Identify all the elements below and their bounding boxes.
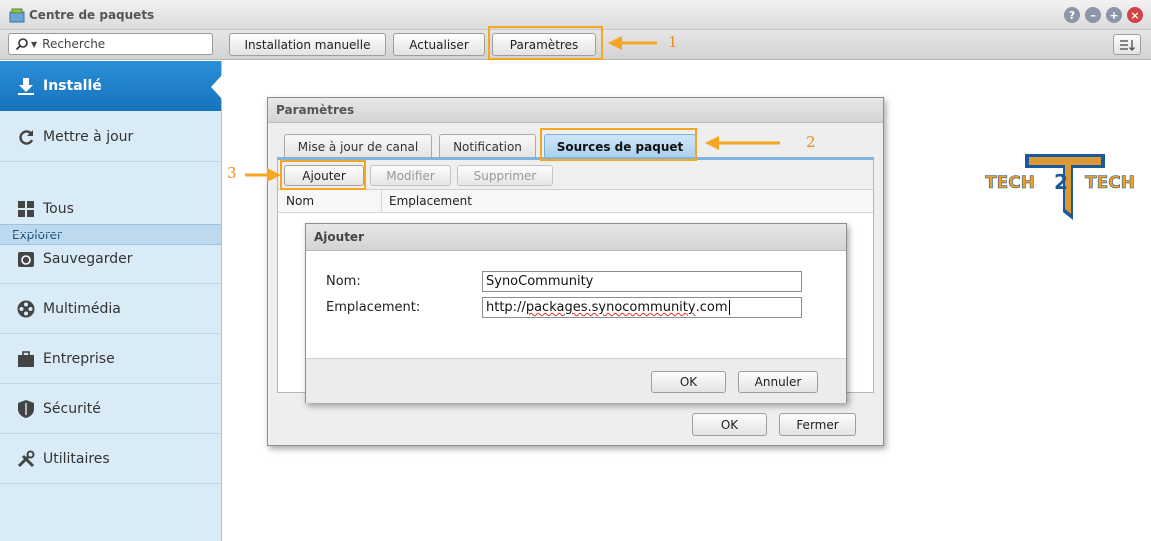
package-center-icon xyxy=(9,8,25,23)
maximize-icon[interactable]: + xyxy=(1106,7,1122,23)
sidebar-item-utilities[interactable]: Utilitaires xyxy=(0,434,221,484)
name-field-value: SynoCommunity xyxy=(486,274,594,289)
arrow-right-icon xyxy=(245,168,281,182)
tools-icon xyxy=(15,448,37,470)
settings-button[interactable]: Paramètres xyxy=(492,33,596,56)
edit-source-button[interactable]: Modifier xyxy=(370,165,451,186)
sidebar-item-label: Multimédia xyxy=(43,300,121,317)
location-label: Emplacement: xyxy=(326,300,421,315)
sidebar-item-backup[interactable]: Sauvegarder xyxy=(0,234,221,284)
sidebar-item-installed[interactable]: Installé xyxy=(0,61,221,111)
add-dialog-footer: OK Annuler xyxy=(306,358,846,403)
settings-ok-button[interactable]: OK xyxy=(692,413,767,436)
shield-icon xyxy=(15,398,37,420)
search-icon xyxy=(15,38,28,51)
name-field[interactable]: SynoCommunity xyxy=(482,271,802,292)
toolbar: ▼ Installation manuelle Actualiser Param… xyxy=(0,30,1151,60)
sidebar-item-label: Sauvegarder xyxy=(43,250,133,267)
sidebar-item-label: Installé xyxy=(43,78,102,94)
location-field[interactable]: http://packages.synocommunity .com xyxy=(482,297,802,318)
help-icon[interactable]: ? xyxy=(1064,7,1080,23)
active-indicator xyxy=(211,75,222,99)
sidebar-item-label: Sécurité xyxy=(43,400,101,417)
sidebar-item-business[interactable]: Entreprise xyxy=(0,334,221,384)
name-label: Nom: xyxy=(326,274,361,289)
location-field-suffix: .com xyxy=(695,300,728,315)
tab-channel-update[interactable]: Mise à jour de canal xyxy=(284,134,432,158)
add-source-dialog: Ajouter Nom: SynoCommunity Emplacement: … xyxy=(305,223,847,403)
add-source-button[interactable]: Ajouter xyxy=(284,165,364,186)
sidebar: Installé Mettre à jour Explorer Tous Sau… xyxy=(0,61,222,541)
column-name[interactable]: Nom xyxy=(278,190,382,212)
settings-dialog-title: Paramètres xyxy=(268,98,883,123)
search-box[interactable]: ▼ xyxy=(8,33,213,55)
refresh-button[interactable]: Actualiser xyxy=(393,33,485,56)
search-input[interactable] xyxy=(42,37,193,51)
manual-install-button[interactable]: Installation manuelle xyxy=(229,33,386,56)
add-cancel-button[interactable]: Annuler xyxy=(738,371,818,393)
sidebar-item-security[interactable]: Sécurité xyxy=(0,384,221,434)
arrow-left-icon xyxy=(705,136,780,150)
logo-graphic: TECH 2 TECH xyxy=(985,154,1135,220)
sources-toolbar: Ajouter Modifier Supprimer xyxy=(278,160,873,190)
minimize-icon[interactable]: – xyxy=(1085,7,1101,23)
text-caret xyxy=(728,300,730,315)
location-field-prefix: http:// xyxy=(486,300,526,315)
callout-number-1: 1 xyxy=(668,33,678,51)
tech2tech-logo: TECH 2 TECH xyxy=(985,152,1147,222)
list-sort-icon xyxy=(1120,39,1135,51)
delete-source-button[interactable]: Supprimer xyxy=(457,165,553,186)
arrow-left-icon xyxy=(608,36,657,50)
refresh-icon xyxy=(15,126,37,148)
sidebar-item-label: Entreprise xyxy=(43,350,115,367)
backup-icon xyxy=(15,248,37,270)
title-bar: Centre de paquets ? – + × xyxy=(0,0,1151,30)
sidebar-item-update[interactable]: Mettre à jour xyxy=(0,112,221,162)
tab-package-sources[interactable]: Sources de paquet xyxy=(544,134,696,158)
add-dialog-title: Ajouter xyxy=(306,224,846,251)
sidebar-item-multimedia[interactable]: Multimédia xyxy=(0,284,221,334)
callout-number-3: 3 xyxy=(227,164,237,182)
briefcase-icon xyxy=(15,348,37,370)
close-icon[interactable]: × xyxy=(1127,7,1143,23)
sources-table-header: Nom Emplacement xyxy=(278,190,873,213)
grid-icon xyxy=(15,198,37,220)
add-ok-button[interactable]: OK xyxy=(651,371,726,393)
sidebar-item-all[interactable]: Tous xyxy=(0,184,221,234)
logo-text-left: TECH xyxy=(985,173,1035,193)
column-location[interactable]: Emplacement xyxy=(382,190,472,212)
sidebar-item-label: Utilitaires xyxy=(43,450,110,467)
download-icon xyxy=(15,75,37,97)
sidebar-item-label: Tous xyxy=(43,200,74,217)
sidebar-item-label: Mettre à jour xyxy=(43,128,134,145)
sort-list-button[interactable] xyxy=(1113,34,1141,55)
location-field-host: packages.synocommunity xyxy=(525,300,696,315)
window-title: Centre de paquets xyxy=(29,8,155,22)
chevron-down-icon[interactable]: ▼ xyxy=(31,40,37,49)
settings-close-button[interactable]: Fermer xyxy=(779,413,856,436)
tab-notification[interactable]: Notification xyxy=(439,134,536,158)
film-reel-icon xyxy=(15,298,37,320)
callout-number-2: 2 xyxy=(806,133,816,151)
window-controls: ? – + × xyxy=(1064,7,1143,23)
logo-text-right: TECH xyxy=(1085,173,1135,193)
logo-text-middle: 2 xyxy=(1054,170,1068,194)
